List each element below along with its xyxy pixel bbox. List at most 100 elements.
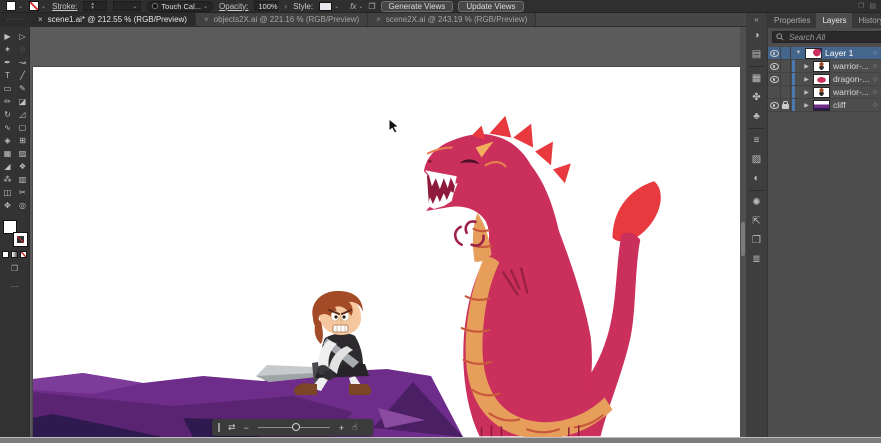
style-swatch[interactable]: [319, 2, 332, 11]
color-panel-icon[interactable]: ◑: [746, 26, 767, 45]
visibility-toggle[interactable]: [768, 86, 781, 98]
fill-chevron-icon[interactable]: ⌄: [18, 3, 23, 10]
opacity-value-field[interactable]: 100%: [254, 1, 278, 11]
layer-row[interactable]: ▼ Layer 1 ○: [768, 47, 881, 60]
expand-chevron-icon[interactable]: ▶: [802, 89, 811, 96]
line-tool-icon[interactable]: ╱: [15, 69, 30, 82]
layer-target-icon[interactable]: ○: [869, 50, 881, 57]
zoom-slider-handle[interactable]: [292, 423, 300, 431]
curvature-tool-icon[interactable]: ↝: [15, 56, 30, 69]
transparency-panel-icon[interactable]: ◐: [746, 169, 767, 188]
lasso-tool-icon[interactable]: ◌: [15, 43, 30, 56]
layer-target-icon[interactable]: ○: [869, 102, 881, 109]
stroke-chevron-icon[interactable]: ⌄: [41, 3, 46, 10]
opacity-label[interactable]: Opacity:: [219, 2, 248, 11]
tab-close-icon[interactable]: ×: [376, 15, 381, 24]
lock-toggle[interactable]: [781, 47, 791, 59]
tab-close-icon[interactable]: ×: [204, 15, 209, 24]
layer-thumbnail[interactable]: [813, 74, 830, 85]
free-transform-tool-icon[interactable]: ▢: [15, 121, 30, 134]
symbols-panel-icon[interactable]: ✤: [746, 88, 767, 107]
eyedropper-tool-icon[interactable]: ◢: [0, 160, 15, 173]
visibility-toggle[interactable]: [768, 73, 781, 85]
document-setup-icon[interactable]: ❒: [368, 2, 375, 11]
tab-layers[interactable]: Layers: [816, 13, 852, 28]
perspective-grid-tool-icon[interactable]: ⊞: [15, 134, 30, 147]
document-tab[interactable]: × objects2X.ai @ 221.16 % (RGB/Preview): [196, 13, 368, 26]
eraser-tool-icon[interactable]: ◪: [15, 95, 30, 108]
stroke-weight-stepper[interactable]: ▲▼: [83, 1, 107, 11]
variable-width-dropdown[interactable]: ⌄: [113, 1, 141, 11]
warrior-illustration[interactable]: [255, 288, 390, 396]
expand-chevron-icon[interactable]: ▶: [802, 63, 811, 70]
search-input[interactable]: [787, 32, 881, 43]
visibility-toggle[interactable]: [768, 60, 781, 72]
mesh-tool-icon[interactable]: ▦: [0, 147, 15, 160]
view-options-icon[interactable]: ⇄: [228, 422, 236, 433]
gradient-tool-icon[interactable]: ▨: [15, 147, 30, 160]
type-tool-icon[interactable]: T: [0, 69, 15, 82]
magic-wand-tool-icon[interactable]: ✶: [0, 43, 15, 56]
visibility-toggle[interactable]: [768, 99, 781, 111]
artboard[interactable]: [33, 67, 740, 437]
blend-tool-icon[interactable]: ❖: [15, 160, 30, 173]
toolbox-overflow-icon[interactable]: …: [0, 280, 29, 290]
touch-mode-icon[interactable]: ☝: [352, 422, 357, 433]
brush-definition-dropdown[interactable]: Touch Cal... ⌄: [147, 1, 213, 12]
lock-toggle[interactable]: [781, 86, 791, 98]
layer-thumbnail[interactable]: [805, 48, 822, 59]
layer-name[interactable]: dragon-...: [833, 74, 869, 84]
opacity-expand-icon[interactable]: ›: [284, 2, 287, 11]
generate-views-button[interactable]: Generate Views: [381, 1, 454, 12]
style-chevron-icon[interactable]: ⌄: [334, 3, 339, 10]
dock-collapse-icon[interactable]: «: [746, 13, 767, 26]
draw-mode-icon[interactable]: ❐: [0, 264, 29, 274]
visibility-toggle[interactable]: [768, 47, 781, 59]
direct-selection-tool-icon[interactable]: ▷: [15, 30, 30, 43]
zoom-in-button[interactable]: +: [339, 423, 344, 433]
selection-tool-icon[interactable]: ▶: [0, 30, 15, 43]
effects-chevron-icon[interactable]: ⌄: [358, 3, 363, 10]
expand-chevron-icon[interactable]: ▶: [802, 102, 811, 109]
canvas-pasteboard[interactable]: ⇄ − + ☝: [30, 27, 746, 437]
layer-thumbnail[interactable]: [813, 87, 830, 98]
layer-target-icon[interactable]: ○: [869, 76, 881, 83]
scrollbar-thumb[interactable]: [741, 222, 745, 256]
app-menu-icon[interactable]: ▤: [869, 2, 876, 10]
lock-toggle[interactable]: [781, 99, 791, 111]
expand-chevron-icon[interactable]: ▼: [794, 50, 803, 56]
slice-tool-icon[interactable]: ✂: [15, 186, 30, 199]
layer-row[interactable]: ▶ cliff ○: [768, 99, 881, 112]
layer-name[interactable]: warrior-...: [833, 87, 869, 97]
stroke-swatch[interactable]: [14, 233, 27, 246]
search-box[interactable]: [772, 31, 881, 43]
style-label[interactable]: Style:: [293, 2, 313, 11]
stroke-panel-icon[interactable]: ≡: [746, 131, 767, 150]
gradient-panel-icon[interactable]: ▨: [746, 150, 767, 169]
swatches-panel-icon[interactable]: ▤: [746, 45, 767, 64]
layer-target-icon[interactable]: ○: [869, 63, 881, 70]
document-tab[interactable]: × scene1.ai* @ 212.55 % (RGB/Preview): [30, 13, 196, 26]
drag-handle[interactable]: [218, 423, 220, 432]
graphic-styles-panel-icon[interactable]: ♣: [746, 107, 767, 126]
pencil-tool-icon[interactable]: ✏: [0, 95, 15, 108]
layer-row[interactable]: ▶ warrior-... ○: [768, 86, 881, 99]
column-graph-tool-icon[interactable]: ▥: [15, 173, 30, 186]
artboard-tool-icon[interactable]: ◫: [0, 186, 15, 199]
fill-color-swatch[interactable]: [6, 1, 16, 11]
layer-thumbnail[interactable]: [813, 61, 830, 72]
stroke-label[interactable]: Stroke:: [52, 2, 77, 11]
dragon-illustration[interactable]: [420, 113, 678, 437]
expand-chevron-icon[interactable]: ▶: [802, 76, 811, 83]
tab-close-icon[interactable]: ×: [38, 15, 43, 24]
toolbox-header[interactable]: ·····: [0, 13, 30, 27]
zoom-out-button[interactable]: −: [244, 423, 249, 433]
zoom-slider-track[interactable]: [258, 427, 330, 428]
layer-row[interactable]: ▶ dragon-... ○: [768, 73, 881, 86]
effects-icon[interactable]: fx: [350, 2, 356, 11]
tab-properties[interactable]: Properties: [768, 13, 816, 28]
scale-tool-icon[interactable]: ◿: [15, 108, 30, 121]
color-mode-icon[interactable]: [2, 251, 9, 258]
stroke-color-swatch[interactable]: [29, 1, 39, 11]
symbol-sprayer-tool-icon[interactable]: ⁂: [0, 173, 15, 186]
